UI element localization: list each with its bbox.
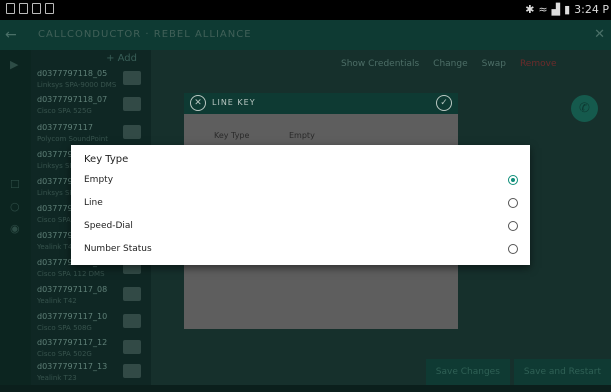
app-header: ← CALLCONDUCTOR · REBEL ALLIANCE ✕ xyxy=(0,20,611,50)
device-model: Cisco SPA 525G xyxy=(37,107,92,115)
key-type-popup: Key Type Empty Line Speed-Dial Number St… xyxy=(71,145,530,265)
device-model: Linksys SPA-9000 DMS xyxy=(37,81,117,89)
signal-icon: ▟ xyxy=(551,3,561,16)
list-item[interactable]: d0377797117_13 Yealink T23 xyxy=(37,362,145,392)
system-tray: ✱ ≈ ▟ ▮ 3:24 P xyxy=(525,3,609,16)
phone-icon[interactable]: ○ xyxy=(10,200,20,213)
phone-image xyxy=(123,287,141,301)
list-item[interactable]: d0377797118_07 Cisco SPA 525G xyxy=(37,95,145,125)
device-model: Cisco SPA 502G xyxy=(37,350,92,358)
line-key-header: ✕ LINE KEY ✓ xyxy=(184,93,458,114)
check-icon[interactable]: ✓ xyxy=(436,95,452,111)
remove-button[interactable]: Remove xyxy=(520,59,557,69)
phone-image xyxy=(123,340,141,354)
line-key-title: LINE KEY xyxy=(212,98,256,107)
devices-icon[interactable]: ▶ xyxy=(10,58,18,71)
device-model: Cisco SPA 112 DMS xyxy=(37,270,105,278)
device-model: Polycom SoundPoint xyxy=(37,135,108,143)
device-name: d0377797117 xyxy=(37,123,93,132)
option-label: Line xyxy=(84,198,103,208)
save-restart-button[interactable]: Save and Restart xyxy=(513,359,611,385)
device-name: d0377797118_05 xyxy=(37,69,108,78)
status-bar: ✱ ≈ ▟ ▮ 3:24 P xyxy=(0,0,611,20)
back-arrow-icon[interactable]: ← xyxy=(5,27,17,43)
radio-icon[interactable] xyxy=(508,198,518,208)
close-icon[interactable]: ✕ xyxy=(190,95,206,111)
radio-icon[interactable] xyxy=(508,244,518,254)
users-icon[interactable]: ☐ xyxy=(10,178,20,191)
media-icon xyxy=(45,3,54,14)
key-type-label: Key Type xyxy=(214,131,250,140)
device-name: d0377797117_08 xyxy=(37,285,108,294)
phone-icon: ✆ xyxy=(579,101,590,116)
option-speed-dial[interactable]: Speed-Dial xyxy=(71,215,530,238)
show-credentials-button[interactable]: Show Credentials xyxy=(341,59,419,69)
device-name: d0377797117_12 xyxy=(37,338,108,347)
device-name: d0377797117_10 xyxy=(37,312,108,321)
settings-icon[interactable]: ◉ xyxy=(10,222,20,235)
image-icon xyxy=(32,3,41,14)
option-label: Empty xyxy=(84,175,114,185)
option-label: Speed-Dial xyxy=(84,221,133,231)
phone-image xyxy=(123,71,141,85)
clock: 3:24 P xyxy=(574,3,609,16)
device-model: Cisco SPA 508G xyxy=(37,324,92,332)
bottom-actions: Save Changes Save and Restart xyxy=(425,359,611,385)
option-line[interactable]: Line xyxy=(71,192,530,215)
battery-icon: ▮ xyxy=(564,3,571,16)
option-label: Number Status xyxy=(84,244,152,254)
list-item[interactable]: d0377797117_08 Yealink T42 xyxy=(37,285,145,315)
add-device-button[interactable]: + Add xyxy=(106,53,137,64)
radio-icon[interactable] xyxy=(508,221,518,231)
device-model: Yealink T23 xyxy=(37,374,77,382)
swap-button[interactable]: Swap xyxy=(482,59,506,69)
device-name: d0377797118_07 xyxy=(37,95,108,104)
phone-image xyxy=(123,97,141,111)
save-changes-button[interactable]: Save Changes xyxy=(425,359,510,385)
change-button[interactable]: Change xyxy=(433,59,467,69)
phone-image xyxy=(123,314,141,328)
option-empty[interactable]: Empty xyxy=(71,169,530,192)
notification-icon xyxy=(19,3,28,14)
bluetooth-icon: ✱ xyxy=(525,3,535,16)
device-model: Yealink T42 xyxy=(37,297,77,305)
radio-selected-icon[interactable] xyxy=(508,175,518,185)
option-number-status[interactable]: Number Status xyxy=(71,238,530,261)
app-title: CALLCONDUCTOR · REBEL ALLIANCE xyxy=(38,29,252,40)
call-button[interactable]: ✆ xyxy=(571,95,598,122)
device-name: d0377797117_13 xyxy=(37,362,108,371)
close-icon[interactable]: ✕ xyxy=(594,27,605,42)
phone-image xyxy=(123,364,141,378)
phone-image xyxy=(123,125,141,139)
popup-title: Key Type xyxy=(84,154,129,165)
notification-icons xyxy=(6,3,54,14)
key-type-value[interactable]: Empty xyxy=(289,131,315,140)
device-toolbar: Show Credentials Change Swap Remove xyxy=(341,59,556,69)
usb-icon xyxy=(6,3,15,14)
wifi-icon: ≈ xyxy=(538,3,548,16)
left-rail: ▶ ☐ ○ ◉ xyxy=(0,50,31,385)
